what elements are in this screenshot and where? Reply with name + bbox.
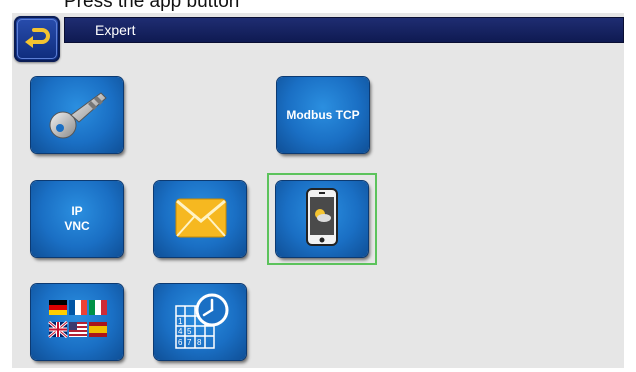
email-button[interactable] bbox=[154, 181, 246, 257]
svg-text:6: 6 bbox=[178, 338, 183, 347]
key-icon bbox=[49, 92, 107, 139]
svg-text:7: 7 bbox=[187, 338, 192, 347]
ip-label: IP bbox=[71, 204, 83, 218]
date-time-button[interactable]: 145 678 bbox=[154, 284, 246, 360]
vnc-label: VNC bbox=[64, 219, 90, 233]
smartphone-app-icon bbox=[306, 188, 338, 246]
svg-text:8: 8 bbox=[197, 338, 202, 347]
password-key-button[interactable] bbox=[31, 77, 123, 153]
envelope-icon bbox=[175, 198, 227, 238]
page-title: Expert bbox=[95, 22, 136, 38]
modbus-tcp-label: Modbus TCP bbox=[286, 107, 360, 122]
back-button[interactable] bbox=[14, 16, 60, 62]
svg-text:5: 5 bbox=[187, 327, 192, 336]
ip-vnc-label: IP VNC bbox=[31, 181, 123, 257]
calendar-clock-icon: 14 5 678 bbox=[175, 293, 229, 349]
back-arrow-icon bbox=[25, 28, 50, 48]
language-flags-icon bbox=[48, 300, 107, 339]
language-button[interactable] bbox=[31, 284, 123, 360]
ip-vnc-button[interactable]: IP VNC bbox=[31, 181, 123, 257]
app-button[interactable] bbox=[276, 181, 368, 257]
instruction-caption: Press the app button bbox=[64, 0, 240, 12]
svg-text:4: 4 bbox=[178, 327, 183, 336]
title-bar: Expert bbox=[64, 17, 624, 43]
modbus-tcp-button[interactable]: Modbus TCP bbox=[277, 77, 369, 153]
svg-text:1: 1 bbox=[178, 317, 183, 326]
